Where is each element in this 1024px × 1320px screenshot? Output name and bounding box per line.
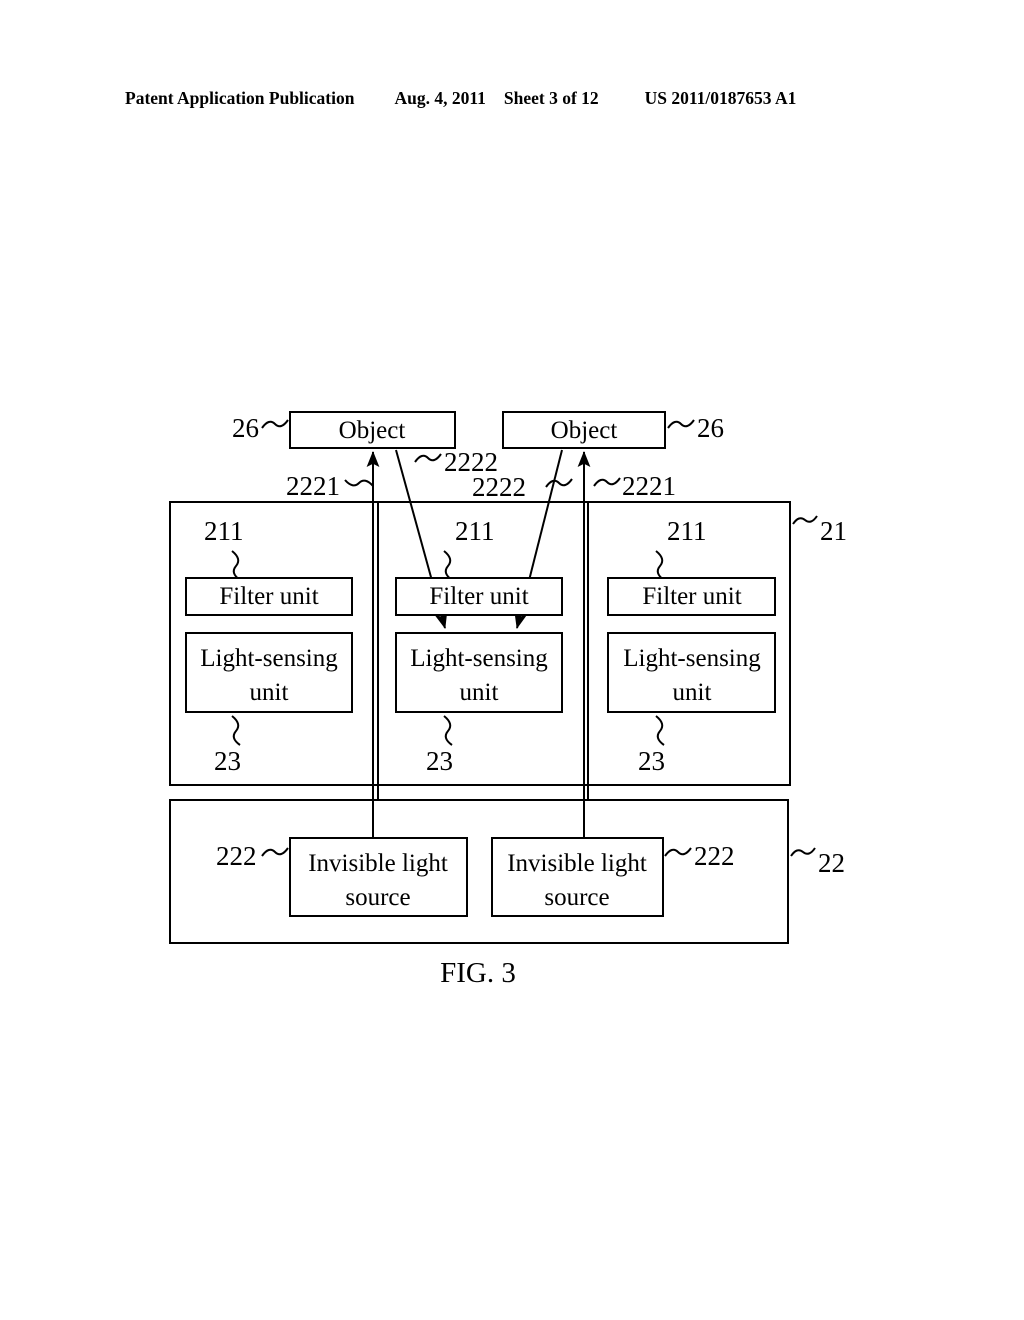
ref-21: 21 — [820, 516, 847, 546]
ref-222-left: 222 — [216, 841, 257, 871]
leader-ray-2221-left — [344, 479, 374, 487]
ref-23-col2: 23 — [426, 746, 453, 776]
ref-222-right: 222 — [694, 841, 735, 871]
ref-26-left: 26 — [232, 413, 259, 443]
filter-unit-label-2: Filter unit — [429, 583, 528, 610]
leader-ray-2222-right — [545, 478, 573, 488]
filter-unit-label-3: Filter unit — [642, 583, 741, 610]
leader-23-col1 — [231, 715, 241, 746]
light-sensing-unit-label-1-line2: unit — [250, 679, 289, 706]
light-source-panel — [169, 799, 789, 944]
leader-object-1 — [261, 419, 289, 429]
invisible-light-source-label-1-line2: source — [345, 884, 410, 911]
figure-3-diagram: 21 22 Object 26 Object 26 2221 2222 222 2… — [0, 0, 1024, 1320]
leader-211-col1 — [231, 550, 241, 581]
ref-22: 22 — [818, 848, 845, 878]
light-sensing-unit-label-3-line1: Light-sensing — [623, 645, 761, 672]
light-sensing-unit-label-2-line2: unit — [460, 679, 499, 706]
light-sensing-unit-label-2-line1: Light-sensing — [410, 645, 548, 672]
object-box-2-label: Object — [551, 417, 618, 444]
ref-211-col1: 211 — [204, 516, 244, 546]
leader-ray-2221-right — [593, 477, 621, 487]
ref-211-col2: 211 — [455, 516, 495, 546]
leader-222-left — [261, 847, 289, 857]
light-sensing-unit-label-3-line2: unit — [673, 679, 712, 706]
object-box-1-label: Object — [339, 417, 406, 444]
leader-panel-22 — [790, 847, 816, 857]
leader-23-col2 — [443, 715, 453, 746]
leader-211-col2 — [443, 550, 453, 581]
ref-23-col1: 23 — [214, 746, 241, 776]
ref-23-col3: 23 — [638, 746, 665, 776]
invisible-light-source-label-2-line2: source — [544, 884, 609, 911]
invisible-light-source-label-1-line1: Invisible light — [308, 850, 448, 877]
invisible-light-source-label-2-line1: Invisible light — [507, 850, 647, 877]
filter-unit-label-1: Filter unit — [219, 583, 318, 610]
leader-211-col3 — [655, 550, 665, 581]
ray-label-2221-left: 2221 — [286, 471, 340, 501]
ref-211-col3: 211 — [667, 516, 707, 546]
leader-23-col3 — [655, 715, 665, 746]
leader-ray-2222-left — [414, 453, 442, 463]
figure-caption: FIG. 3 — [440, 957, 516, 989]
leader-panel-21 — [792, 515, 818, 525]
ref-26-right: 26 — [697, 413, 724, 443]
leader-object-2 — [667, 419, 695, 429]
light-sensing-unit-label-1-line1: Light-sensing — [200, 645, 338, 672]
leader-222-right — [664, 847, 692, 857]
ray-label-2221-right: 2221 — [622, 471, 676, 501]
ray-label-2222-right: 2222 — [472, 472, 526, 502]
